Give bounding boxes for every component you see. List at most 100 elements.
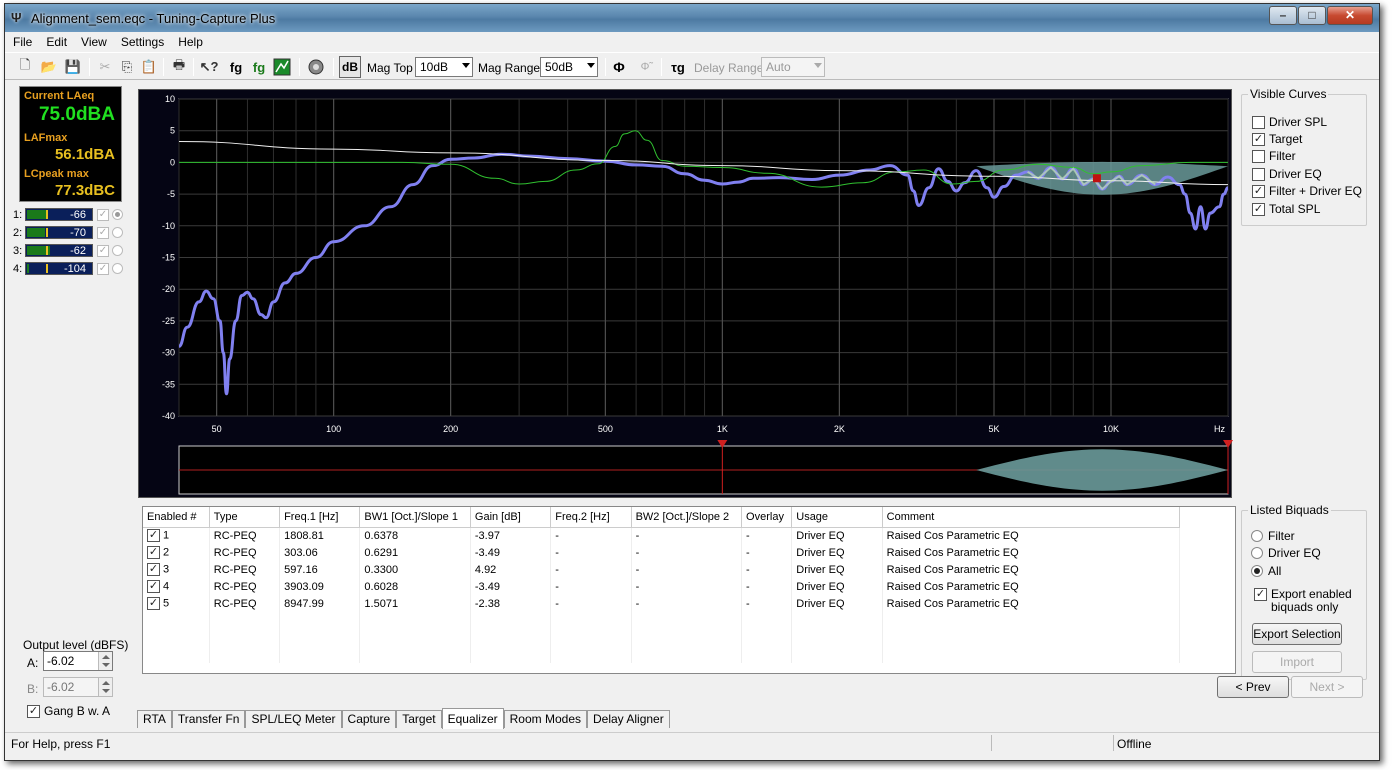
table-cell[interactable]: - [550, 544, 632, 561]
curve-driver-eq[interactable]: Driver EQ [1252, 167, 1322, 181]
column-header[interactable]: Freq.1 [Hz] [279, 507, 361, 528]
table-row[interactable]: ✓ 3 RC-PEQ 597.16 0.3300 4.92- - - Driver EQ Rais… [143, 561, 1181, 578]
table-cell[interactable]: - [550, 527, 632, 544]
table-cell[interactable]: 597.16 [279, 561, 361, 578]
table-cell[interactable]: 303.06 [279, 544, 361, 561]
table-cell[interactable]: - [631, 578, 743, 595]
table-cell[interactable]: -3.97 [470, 527, 552, 544]
channel-checkbox[interactable]: ✓ [97, 245, 109, 257]
radio-all[interactable]: All [1251, 564, 1281, 578]
column-header[interactable]: Comment [882, 507, 1181, 528]
tab-spl-leq-meter[interactable]: SPL/LEQ Meter [245, 710, 342, 728]
minimize-button[interactable]: – [1269, 6, 1297, 25]
table-cell[interactable]: 0.6378 [359, 527, 471, 544]
copy-icon[interactable]: ⎘ [117, 56, 137, 78]
export-enabled-checkbox[interactable]: ✓ [1254, 588, 1267, 601]
table-cell[interactable]: Raised Cos Parametric EQ [882, 544, 1181, 561]
frequency-response-chart[interactable]: 10 5 0 -5 -10 -15 -20 -25 -30 -35 -40 50 100 200 500 1K… [138, 89, 1233, 498]
open-folder-icon[interactable]: 📂 [39, 56, 59, 78]
db-toggle-button[interactable]: dB [339, 56, 361, 78]
table-cell[interactable]: Driver EQ [791, 595, 883, 612]
table-cell[interactable]: ✓ 1 [143, 527, 210, 544]
curve-total-spl[interactable]: ✓ Total SPL [1252, 202, 1320, 216]
table-cell[interactable]: Raised Cos Parametric EQ [882, 578, 1181, 595]
column-header[interactable]: BW2 [Oct.]/Slope 2 [631, 507, 743, 528]
speaker-icon[interactable] [305, 56, 327, 78]
table-cell[interactable]: - [550, 578, 632, 595]
print-icon[interactable]: 🖶 [169, 56, 189, 78]
channel-checkbox[interactable]: ✓ [97, 263, 109, 275]
title-bar[interactable]: Ψ Alignment_sem.eqc - Tuning-Capture Plu… [5, 4, 1379, 32]
table-cell[interactable]: 1.5071 [359, 595, 471, 612]
table-cell[interactable]: - [631, 544, 743, 561]
close-button[interactable]: ✕ [1327, 6, 1373, 25]
phase-wrap-icon[interactable]: Φ̃ [635, 56, 655, 78]
tab-capture[interactable]: Capture [341, 710, 397, 728]
tab-transfer-fn[interactable]: Transfer Fn [171, 710, 246, 728]
menu-view[interactable]: View [81, 35, 107, 49]
selected-peq-marker[interactable] [1092, 174, 1101, 183]
table-cell[interactable]: Driver EQ [791, 527, 883, 544]
table-row[interactable]: ✓ 1 RC-PEQ 1808.81 0.6378 -3.97- - - Driver EQ Ra… [143, 527, 1181, 544]
prev-button[interactable]: < Prev [1217, 676, 1289, 698]
radio-button[interactable] [1251, 565, 1263, 577]
eq-table[interactable]: Enabled # Type Freq.1 [Hz] BW1 [Oct.]/Slope… [142, 506, 1236, 674]
table-cell[interactable]: Driver EQ [791, 578, 883, 595]
tab-target[interactable]: Target [396, 710, 442, 728]
table-cell[interactable]: - [741, 578, 793, 595]
radio-button[interactable] [1251, 530, 1263, 542]
table-cell[interactable]: 1808.81 [279, 527, 361, 544]
table-cell[interactable]: - [741, 527, 793, 544]
enabled-checkbox[interactable]: ✓ [147, 546, 160, 559]
table-cell[interactable]: 8947.99 [279, 595, 361, 612]
table-cell[interactable]: ✓ 3 [143, 561, 210, 578]
phase-icon[interactable]: Φ [609, 56, 629, 78]
curve-target[interactable]: ✓ Target [1252, 132, 1302, 146]
checkbox[interactable]: ✓ [1252, 184, 1265, 198]
menu-settings[interactable]: Settings [121, 35, 164, 49]
group-delay-icon[interactable]: τg [667, 56, 689, 78]
column-header[interactable]: Gain [dB] [470, 507, 552, 528]
table-cell[interactable]: - [741, 595, 793, 612]
curve-driver-spl[interactable]: Driver SPL [1252, 115, 1327, 129]
mag-top-select[interactable]: 10dB [415, 57, 473, 77]
column-header[interactable]: Usage [791, 507, 883, 528]
import-button[interactable]: Import [1252, 651, 1342, 673]
table-cell[interactable]: RC-PEQ [209, 544, 281, 561]
radio-driver-eq[interactable]: Driver EQ [1251, 546, 1321, 560]
fg-icon[interactable]: fg [225, 56, 247, 78]
column-header[interactable]: Enabled # [143, 507, 210, 528]
tab-rta[interactable]: RTA [137, 710, 172, 728]
output-a-spinner[interactable]: -6.02 [43, 651, 113, 671]
gang-checkbox-row[interactable]: ✓ Gang B w. A [27, 704, 110, 718]
chart-icon[interactable] [271, 56, 293, 78]
table-cell[interactable]: Driver EQ [791, 544, 883, 561]
table-cell[interactable]: RC-PEQ [209, 561, 281, 578]
column-header[interactable]: Overlay [741, 507, 793, 528]
new-file-icon[interactable]: 🗋 [15, 56, 35, 78]
menu-file[interactable]: File [13, 35, 32, 49]
radio-button[interactable] [1251, 547, 1263, 559]
spinner-arrows-icon[interactable] [98, 652, 112, 670]
table-row[interactable]: ✓ 4 RC-PEQ 3903.09 0.6028 -3.49- - - Driver EQ Ra… [143, 578, 1181, 595]
checkbox[interactable]: ✓ [1252, 202, 1265, 216]
table-cell[interactable]: - [631, 527, 743, 544]
column-header[interactable]: BW1 [Oct.]/Slope 1 [359, 507, 471, 528]
save-icon[interactable]: 💾 [63, 56, 83, 78]
table-cell[interactable]: ✓ 4 [143, 578, 210, 595]
menu-edit[interactable]: Edit [46, 35, 67, 49]
menu-help[interactable]: Help [178, 35, 203, 49]
checkbox[interactable] [1252, 149, 1265, 163]
enabled-checkbox[interactable]: ✓ [147, 597, 160, 610]
curve-filter-driver-eq[interactable]: ✓ Filter + Driver EQ [1252, 184, 1362, 198]
checkbox[interactable] [1252, 167, 1265, 181]
table-row[interactable]: ✓ 5 RC-PEQ 8947.99 1.5071 -2.38- - - Driver EQ Ra… [143, 595, 1181, 612]
enabled-checkbox[interactable]: ✓ [147, 529, 160, 543]
spinner-arrows-icon[interactable] [98, 678, 112, 696]
next-button[interactable]: Next > [1291, 676, 1363, 698]
table-cell[interactable]: - [631, 595, 743, 612]
table-cell[interactable]: 0.6291 [359, 544, 471, 561]
export-enabled-row[interactable]: ✓ Export enabled biquads only [1254, 588, 1355, 614]
checkbox[interactable] [1252, 115, 1265, 129]
export-selection-button[interactable]: Export Selection [1252, 623, 1342, 645]
